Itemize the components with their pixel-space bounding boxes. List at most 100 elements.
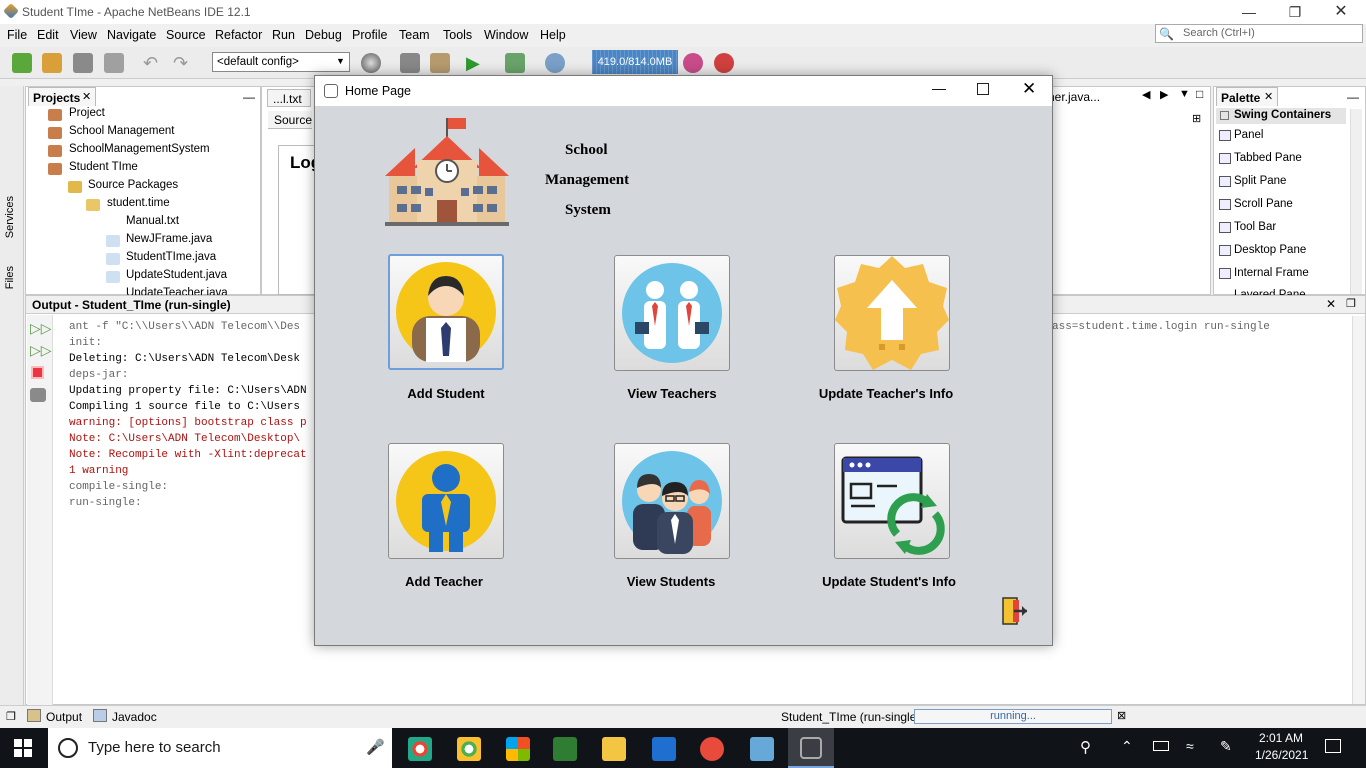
- minimize-button[interactable]: —: [932, 80, 946, 96]
- netbeans-app-icon[interactable]: [750, 737, 774, 761]
- update-teacher-info-button[interactable]: [834, 255, 950, 371]
- menu-team[interactable]: Team: [399, 28, 430, 42]
- build-icon[interactable]: [400, 53, 420, 73]
- microphone-icon[interactable]: 🎤: [366, 738, 385, 756]
- menu-navigate[interactable]: Navigate: [107, 28, 156, 42]
- windows-start-icon[interactable]: [14, 739, 32, 757]
- tree-item[interactable]: UpdateTeacher.java: [126, 287, 228, 295]
- add-student-button[interactable]: [388, 254, 504, 370]
- tab-output[interactable]: Output: [46, 710, 82, 724]
- close-icon[interactable]: ✕: [1264, 90, 1273, 103]
- tree-item[interactable]: NewJFrame.java: [126, 233, 212, 245]
- palette-item[interactable]: Split Pane: [1234, 175, 1286, 187]
- new-file-icon[interactable]: [12, 53, 32, 73]
- memory-indicator[interactable]: 419.0/814.0MB: [592, 50, 678, 74]
- palette-section[interactable]: Swing Containers: [1216, 108, 1346, 124]
- tree-item[interactable]: UpdateStudent.java: [126, 269, 227, 281]
- photos-app-icon[interactable]: [652, 737, 676, 761]
- clock-time[interactable]: 2:01 AM: [1259, 731, 1303, 745]
- tree-item[interactable]: School Management: [69, 125, 174, 137]
- restore-icon[interactable]: ❐: [6, 710, 16, 723]
- globe-icon[interactable]: [361, 53, 381, 73]
- logout-icon[interactable]: [1000, 596, 1030, 626]
- view-students-button[interactable]: [614, 443, 730, 559]
- menu-help[interactable]: Help: [540, 28, 566, 42]
- app-icon[interactable]: [700, 737, 724, 761]
- tab-files[interactable]: Files: [4, 266, 16, 289]
- minimize-button[interactable]: —: [1226, 0, 1272, 24]
- add-teacher-button[interactable]: [388, 443, 504, 559]
- undo-icon[interactable]: ↶: [143, 53, 163, 73]
- battery-icon[interactable]: [1153, 741, 1169, 751]
- source-tab[interactable]: Source: [268, 111, 312, 129]
- taskbar-search-input[interactable]: Type here to search: [48, 728, 392, 768]
- collapse-icon[interactable]: [1220, 111, 1229, 120]
- clock-date[interactable]: 1/26/2021: [1255, 748, 1308, 762]
- settings-icon[interactable]: [30, 388, 46, 402]
- tab-nav-left-icon[interactable]: ◀: [1142, 88, 1150, 101]
- palette-item[interactable]: Tabbed Pane: [1234, 152, 1302, 164]
- run-icon[interactable]: ▶: [466, 53, 486, 73]
- stop-icon[interactable]: [31, 366, 44, 379]
- maximize-button[interactable]: [977, 83, 989, 95]
- menu-source[interactable]: Source: [166, 28, 206, 42]
- config-select[interactable]: <default config>: [212, 52, 350, 72]
- menu-debug[interactable]: Debug: [305, 28, 342, 42]
- palette-item[interactable]: Scroll Pane: [1234, 198, 1293, 210]
- wifi-icon[interactable]: ≈: [1186, 738, 1194, 754]
- tree-item[interactable]: student.time: [107, 197, 170, 209]
- tab-nav-right-icon[interactable]: ▶: [1160, 88, 1168, 101]
- tree-item[interactable]: Student TIme: [69, 161, 138, 173]
- menu-edit[interactable]: Edit: [37, 28, 59, 42]
- palette-item[interactable]: Tool Bar: [1234, 221, 1276, 233]
- pause-io-icon[interactable]: [714, 53, 734, 73]
- tree-item[interactable]: Manual.txt: [126, 215, 179, 227]
- close-icon[interactable]: ✕: [82, 90, 91, 103]
- tab-services[interactable]: Services: [4, 196, 16, 238]
- excel-app-icon[interactable]: [553, 737, 577, 761]
- tab-list-icon[interactable]: ▼: [1179, 88, 1190, 100]
- minimize-panel-icon[interactable]: —: [243, 90, 255, 104]
- cancel-process-icon[interactable]: ⊠: [1117, 709, 1126, 722]
- grid-icon[interactable]: ⊞: [1192, 112, 1201, 125]
- gc-icon[interactable]: [683, 53, 703, 73]
- menu-tools[interactable]: Tools: [443, 28, 472, 42]
- new-project-icon[interactable]: [42, 53, 62, 73]
- pen-icon[interactable]: ✎: [1220, 738, 1232, 755]
- redo-icon[interactable]: ↷: [173, 53, 193, 73]
- notifications-icon[interactable]: [1325, 739, 1341, 753]
- palette-item[interactable]: Panel: [1234, 129, 1263, 141]
- restore-panel-icon[interactable]: ❐: [1346, 297, 1356, 310]
- rerun-params-icon[interactable]: ▷▷: [30, 342, 52, 359]
- restore-button[interactable]: ❐: [1272, 0, 1318, 24]
- update-student-info-button[interactable]: [834, 443, 950, 559]
- palette-item[interactable]: Desktop Pane: [1234, 244, 1306, 256]
- chevron-up-icon[interactable]: ⌃: [1121, 738, 1133, 755]
- menu-file[interactable]: File: [7, 28, 27, 42]
- maximize-icon[interactable]: □: [1196, 87, 1203, 101]
- profile-icon[interactable]: [545, 53, 565, 73]
- people-icon[interactable]: ⚲: [1080, 738, 1091, 756]
- rerun-icon[interactable]: ▷▷: [30, 320, 52, 337]
- close-button[interactable]: ✕: [1318, 0, 1364, 24]
- menu-profile[interactable]: Profile: [352, 28, 387, 42]
- tree-item[interactable]: StudentTIme.java: [126, 251, 216, 263]
- menu-view[interactable]: View: [70, 28, 97, 42]
- scrollbar[interactable]: [1350, 109, 1362, 294]
- close-button[interactable]: ✕: [1022, 79, 1036, 99]
- tree-item[interactable]: Project: [69, 107, 105, 119]
- palette-item[interactable]: Internal Frame: [1234, 267, 1309, 279]
- view-teachers-button[interactable]: [614, 255, 730, 371]
- open-project-icon[interactable]: [73, 53, 93, 73]
- chrome-app-icon[interactable]: [457, 737, 481, 761]
- file-explorer-icon[interactable]: [602, 737, 626, 761]
- store-app-icon[interactable]: [506, 737, 530, 761]
- clean-build-icon[interactable]: [430, 53, 450, 73]
- scrollbar[interactable]: [1352, 316, 1365, 704]
- save-all-icon[interactable]: [104, 53, 124, 73]
- tree-item[interactable]: SchoolManagementSystem: [69, 143, 210, 155]
- chrome-app-icon[interactable]: [408, 737, 432, 761]
- menu-refactor[interactable]: Refactor: [215, 28, 262, 42]
- tab-javadoc[interactable]: Javadoc: [112, 710, 157, 724]
- editor-tab[interactable]: ...l.txt: [267, 89, 311, 107]
